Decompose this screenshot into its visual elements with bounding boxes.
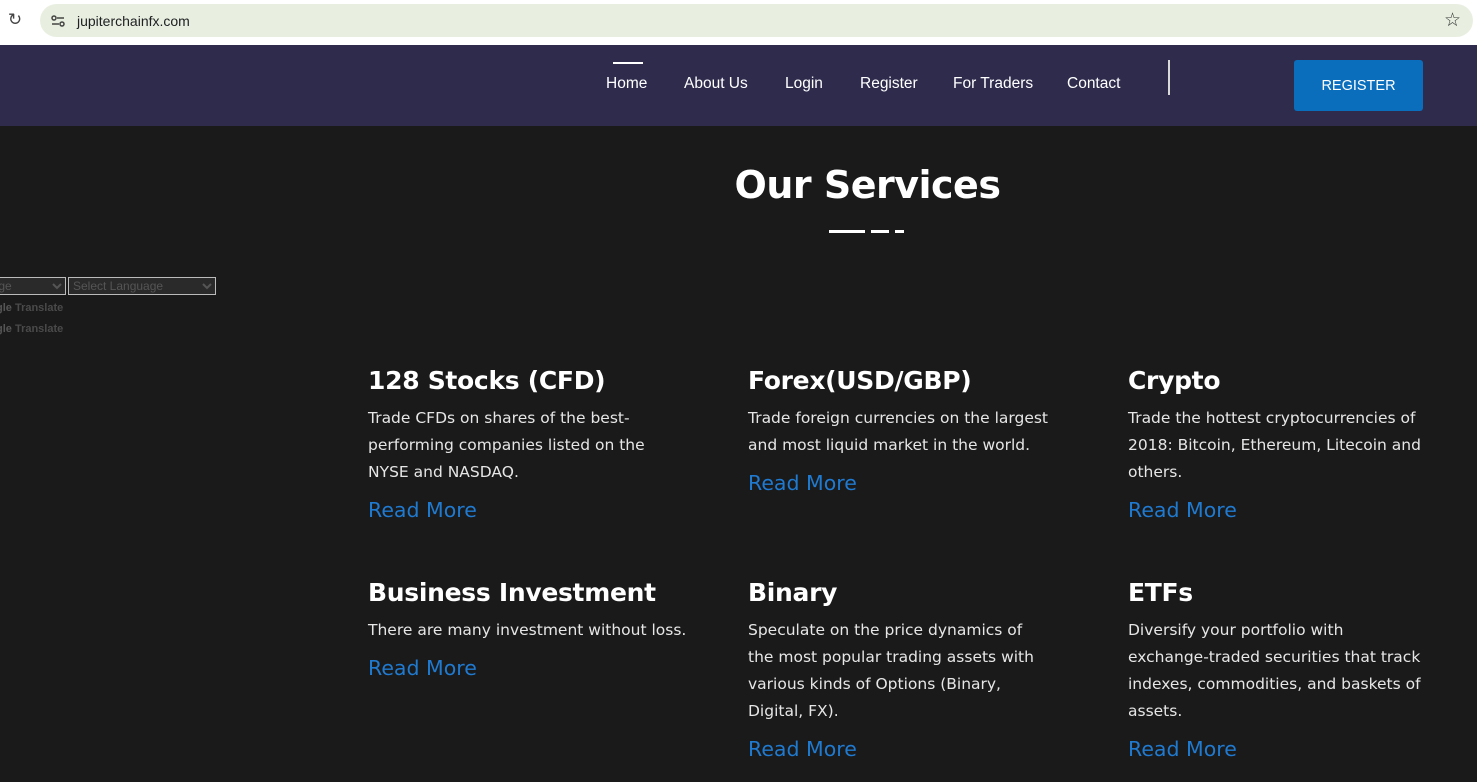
nav-home[interactable]: Home bbox=[606, 75, 647, 93]
card-title: Binary bbox=[748, 578, 838, 607]
register-button[interactable]: REGISTER bbox=[1294, 60, 1423, 111]
card-description: There are many investment without loss. bbox=[368, 621, 687, 639]
google-translate-widget-1[interactable]: gle Translate bbox=[0, 302, 63, 314]
google-translate-widget-2[interactable]: gle Translate bbox=[0, 323, 63, 335]
card-description: Trade CFDs on shares of the best-perform… bbox=[368, 409, 645, 481]
nav-for-traders[interactable]: For Traders bbox=[953, 75, 1033, 93]
nav-active-indicator bbox=[613, 62, 643, 64]
service-card-business-investment: Business Investment There are many inves… bbox=[368, 578, 698, 682]
title-divider-long bbox=[829, 230, 865, 233]
card-title: ETFs bbox=[1128, 578, 1193, 607]
card-description: Trade foreign currencies on the largest … bbox=[748, 409, 1049, 454]
service-card-forex: Forex(USD/GBP) Trade foreign currencies … bbox=[748, 366, 1058, 497]
card-title: Crypto bbox=[1128, 366, 1221, 395]
service-card-binary: Binary Speculate on the price dynamics o… bbox=[748, 578, 1058, 763]
card-title: 128 Stocks (CFD) bbox=[368, 366, 606, 395]
nav-contact[interactable]: Contact bbox=[1067, 75, 1120, 93]
service-card-crypto: Crypto Trade the hottest cryptocurrencie… bbox=[1128, 366, 1438, 524]
card-description: Speculate on the price dynamics of the m… bbox=[748, 621, 1034, 720]
card-description: Diversify your portfolio with exchange-t… bbox=[1128, 621, 1421, 720]
read-more-link[interactable]: Read More bbox=[1128, 736, 1438, 763]
translate-label-1: Translate bbox=[14, 302, 64, 314]
language-select-1[interactable]: uage bbox=[0, 277, 66, 295]
read-more-link[interactable]: Read More bbox=[368, 497, 678, 524]
nav-separator bbox=[1168, 60, 1170, 95]
title-divider-short bbox=[895, 230, 904, 233]
nav-register[interactable]: Register bbox=[860, 75, 918, 93]
service-card-stocks: 128 Stocks (CFD) Trade CFDs on shares of… bbox=[368, 366, 678, 524]
service-card-etfs: ETFs Diversify your portfolio with excha… bbox=[1128, 578, 1438, 763]
read-more-link[interactable]: Read More bbox=[1128, 497, 1438, 524]
read-more-link[interactable]: Read More bbox=[748, 470, 1058, 497]
url-text[interactable]: jupiterchainfx.com bbox=[77, 11, 190, 31]
nav-login[interactable]: Login bbox=[785, 75, 823, 93]
card-description: Trade the hottest cryptocurrencies of 20… bbox=[1128, 409, 1421, 481]
browser-toolbar: ↻ jupiterchainfx.com ☆ bbox=[0, 0, 1477, 45]
address-bar[interactable]: jupiterchainfx.com ☆ bbox=[40, 4, 1473, 37]
language-select-2[interactable]: Select Language bbox=[68, 277, 216, 295]
section-title: Our Services bbox=[734, 163, 1001, 207]
bookmark-star-icon[interactable]: ☆ bbox=[1444, 9, 1461, 31]
nav-about-us[interactable]: About Us bbox=[684, 75, 748, 93]
reload-icon[interactable]: ↻ bbox=[6, 11, 24, 29]
card-title: Forex(USD/GBP) bbox=[748, 366, 972, 395]
card-title: Business Investment bbox=[368, 578, 656, 607]
read-more-link[interactable]: Read More bbox=[368, 655, 698, 682]
site-navbar: Home About Us Login Register For Traders… bbox=[0, 45, 1477, 126]
site-info-icon[interactable] bbox=[50, 13, 66, 29]
translate-label-2: Translate bbox=[14, 323, 64, 335]
title-divider-mid bbox=[871, 230, 889, 233]
read-more-link[interactable]: Read More bbox=[748, 736, 1058, 763]
